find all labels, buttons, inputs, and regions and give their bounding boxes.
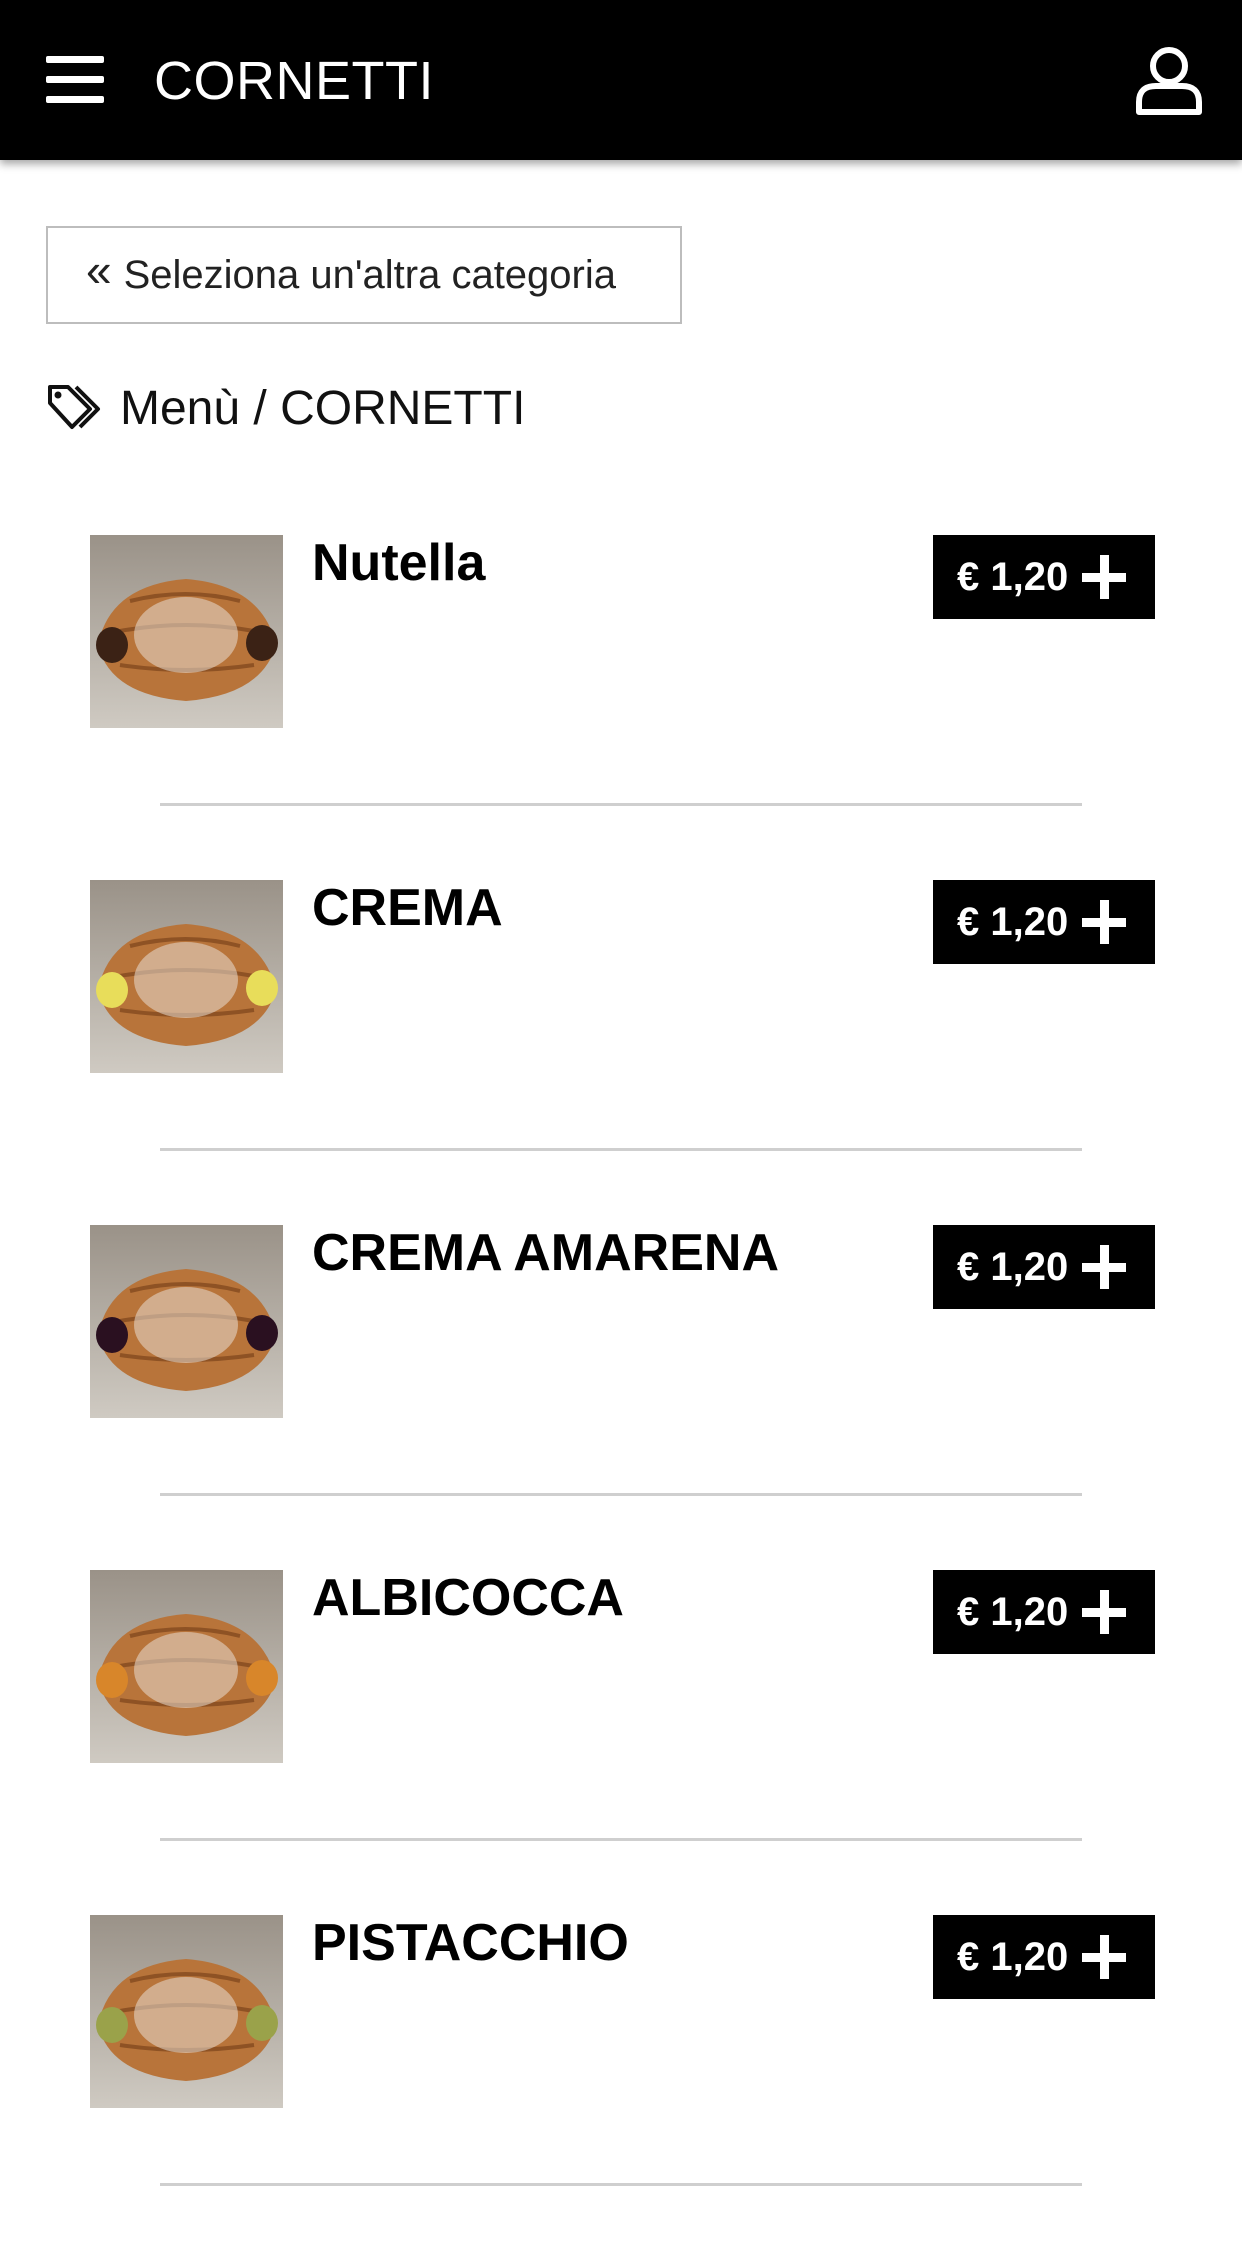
product-price: € 1,20 xyxy=(957,1244,1069,1289)
add-to-cart-button[interactable]: € 1,20 xyxy=(933,1915,1155,1999)
tags-icon xyxy=(48,385,100,429)
product-price: € 1,20 xyxy=(957,554,1069,599)
product-image[interactable] xyxy=(90,1915,283,2108)
product-image[interactable] xyxy=(90,535,283,728)
back-button-label: Seleziona un'altra categoria xyxy=(123,252,616,297)
divider xyxy=(160,1148,1082,1151)
divider xyxy=(160,1838,1082,1841)
breadcrumb-text: Menù / CORNETTI xyxy=(120,381,526,435)
plus-icon xyxy=(1080,553,1128,601)
product-price: € 1,20 xyxy=(957,1934,1069,1979)
divider xyxy=(160,1493,1082,1496)
product-item-4: ALBICOCCA € 1,20 xyxy=(0,1570,1242,1915)
product-item-1: Nutella € 1,20 xyxy=(0,535,1242,880)
plus-icon xyxy=(1080,1933,1128,1981)
product-name[interactable]: ALBICOCCA xyxy=(312,1570,624,1626)
product-name[interactable]: CREMA AMARENA xyxy=(312,1225,779,1281)
product-item-3: CREMA AMARENA € 1,20 xyxy=(0,1225,1242,1570)
product-price: € 1,20 xyxy=(957,1589,1069,1634)
plus-icon xyxy=(1080,1588,1128,1636)
plus-icon xyxy=(1080,898,1128,946)
hamburger-menu-icon[interactable] xyxy=(40,50,108,110)
top-app-bar: CORNETTI xyxy=(0,0,1242,160)
select-other-category-button[interactable]: « Seleziona un'altra categoria xyxy=(46,226,682,324)
product-name[interactable]: PISTACCHIO xyxy=(312,1915,629,1971)
product-name[interactable]: Nutella xyxy=(312,535,485,591)
add-to-cart-button[interactable]: € 1,20 xyxy=(933,1225,1155,1309)
add-to-cart-button[interactable]: € 1,20 xyxy=(933,535,1155,619)
product-image[interactable] xyxy=(90,1225,283,1418)
product-image[interactable] xyxy=(90,880,283,1073)
divider xyxy=(160,2183,1082,2186)
product-name[interactable]: CREMA xyxy=(312,880,503,936)
add-to-cart-button[interactable]: € 1,20 xyxy=(933,1570,1155,1654)
product-item-2: CREMA € 1,20 xyxy=(0,880,1242,1225)
plus-icon xyxy=(1080,1243,1128,1291)
divider xyxy=(160,803,1082,806)
product-image[interactable] xyxy=(90,1570,283,1763)
add-to-cart-button[interactable]: € 1,20 xyxy=(933,880,1155,964)
user-account-icon[interactable] xyxy=(1134,44,1204,116)
page-title: CORNETTI xyxy=(154,51,434,111)
product-price: € 1,20 xyxy=(957,899,1069,944)
product-item-5: PISTACCHIO € 1,20 xyxy=(0,1915,1242,2260)
double-chevron-left-icon: « xyxy=(86,244,112,296)
breadcrumb: Menù / CORNETTI xyxy=(46,378,525,438)
